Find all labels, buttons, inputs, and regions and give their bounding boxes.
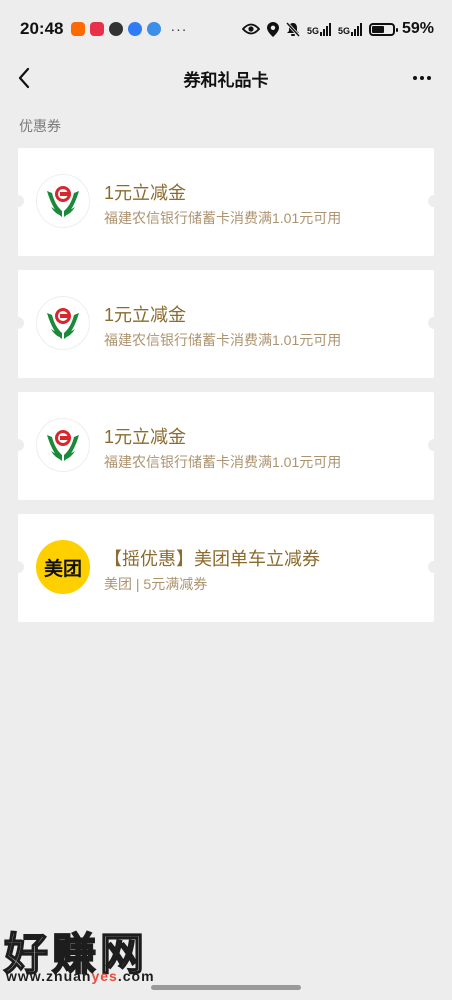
coupon-desc: 福建农信银行储蓄卡消费满1.01元可用 [104, 454, 342, 470]
status-time: 20:48 [20, 19, 64, 38]
coupon-title: 1元立减金 [104, 427, 187, 447]
home-indicator[interactable] [151, 985, 301, 990]
mute-bell-icon [285, 21, 300, 37]
coupon-desc: 福建农信银行储蓄卡消费满1.01元可用 [104, 332, 342, 348]
watermark-url-prefix: www.zhuan [6, 968, 92, 984]
coupon-card[interactable]: 1元立减金 福建农信银行储蓄卡消费满1.01元可用 [12, 392, 440, 500]
more-dot [413, 76, 417, 80]
status-right: 5G 5G 59% [241, 20, 434, 38]
more-dot [427, 76, 431, 80]
battery-icon [368, 22, 398, 36]
coupon-title: 1元立减金 [104, 305, 187, 325]
coupon-card[interactable]: 1元立减金 福建农信银行储蓄卡消费满1.01元可用 [12, 270, 440, 378]
more-notifications-icon: ··· [170, 21, 188, 37]
app-icon [109, 22, 124, 36]
page-title: 券和礼品卡 [183, 70, 269, 90]
coupon-card[interactable]: 1元立减金 福建农信银行储蓄卡消费满1.01元可用 [12, 148, 440, 256]
signal-icon: 5G [306, 22, 331, 36]
more-dot [420, 76, 424, 80]
coupon-card[interactable]: 美团 【摇优惠】美团单车立减券 美团 | 5元满减券 [12, 514, 440, 622]
coupon-title: 1元立减金 [104, 183, 187, 203]
location-icon [266, 21, 279, 37]
browser-icon [147, 22, 162, 36]
message-icon [128, 22, 143, 36]
notification-icons: ··· [71, 21, 187, 37]
nav-bar: 券和礼品卡 [0, 58, 452, 98]
eye-icon [241, 23, 260, 35]
coupon-title: 【摇优惠】美团单车立减券 [104, 549, 320, 569]
coupon-desc: 福建农信银行储蓄卡消费满1.01元可用 [104, 210, 342, 226]
back-button[interactable] [14, 64, 42, 92]
section-label: 优惠券 [19, 118, 61, 134]
coupon-desc: 美团 | 5元满减券 [104, 576, 208, 592]
watermark-url: www.zhuanyes.com [6, 968, 155, 984]
signal-label: 5G [337, 25, 350, 36]
signal-icon: 5G [337, 22, 362, 36]
watermark: 好赚网 www.zhuanyes.com [3, 918, 194, 988]
watermark-url-highlight: yes [91, 968, 118, 984]
watermark-url-suffix: .com [117, 968, 155, 984]
bank-logo-icon [36, 174, 90, 228]
bank-logo-icon [36, 296, 90, 350]
more-button[interactable] [408, 64, 436, 92]
signal-label: 5G [306, 25, 319, 36]
status-bar: 20:48 ··· 5G 5G 59% [0, 0, 452, 58]
taobao-icon [71, 22, 86, 36]
meituan-logo-icon: 美团 [36, 540, 90, 594]
battery-percent: 59% [401, 20, 434, 37]
chevron-left-icon [18, 67, 30, 89]
bank-logo-icon [36, 418, 90, 472]
shopping-app-icon [90, 22, 105, 36]
